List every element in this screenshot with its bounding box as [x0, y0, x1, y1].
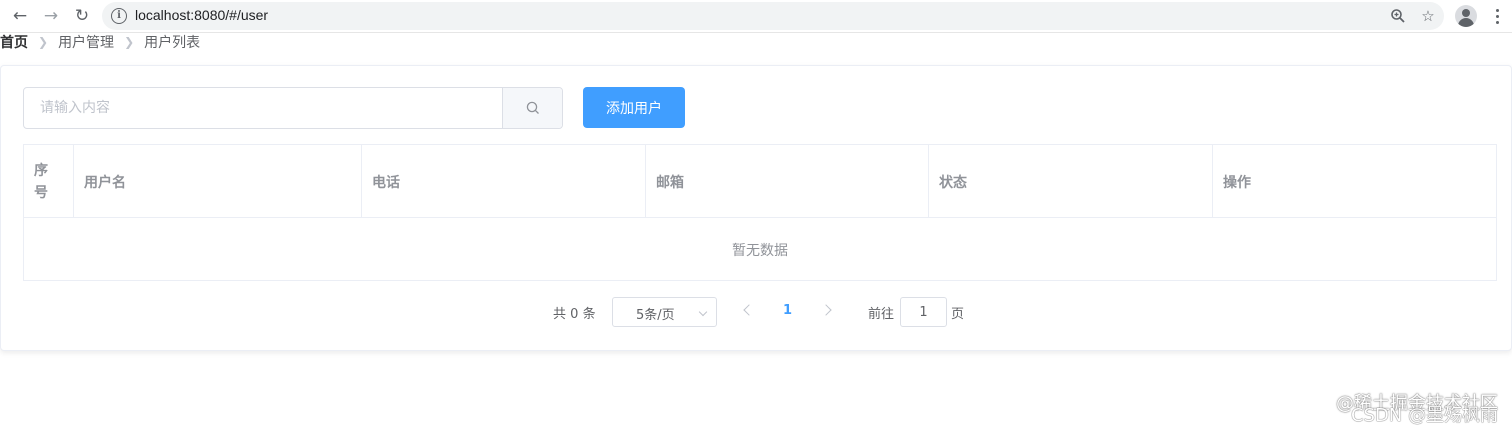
column-header-email: 邮箱	[646, 145, 929, 218]
star-icon[interactable]: ☆	[1418, 6, 1438, 26]
column-header-index-line2: 号	[34, 184, 48, 201]
search-input[interactable]	[24, 88, 502, 128]
watermark-csdn: CSDN @墨殇枫雨	[1350, 405, 1498, 426]
back-icon[interactable]: ←	[9, 5, 31, 27]
search-icon	[526, 101, 539, 114]
zoom-icon[interactable]	[1388, 6, 1408, 26]
goto-page-input[interactable]	[900, 297, 947, 327]
column-header-username: 用户名	[74, 145, 362, 218]
forward-icon[interactable]: →	[40, 5, 62, 27]
total-prefix: 共	[553, 307, 567, 322]
total-count: 0	[570, 307, 579, 322]
menu-icon[interactable]	[1490, 5, 1504, 27]
breadcrumb: 首页 ❯ 用户管理 ❯ 用户列表	[0, 33, 200, 51]
page-size-value: 5条/页	[636, 308, 675, 323]
profile-icon[interactable]	[1455, 5, 1477, 27]
goto-label: 前往	[868, 307, 895, 322]
prev-page-icon[interactable]	[743, 304, 755, 316]
next-page-icon[interactable]	[820, 304, 832, 316]
chevron-down-icon	[698, 307, 708, 317]
chevron-right-icon: ❯	[124, 35, 135, 49]
breadcrumb-section: 用户管理	[58, 35, 115, 51]
total-suffix: 条	[582, 307, 596, 322]
goto-suffix: 页	[951, 307, 965, 322]
column-header-index: 序 号	[24, 145, 74, 218]
info-icon[interactable]: i	[111, 8, 127, 24]
breadcrumb-home[interactable]: 首页	[0, 32, 28, 52]
column-header-actions: 操作	[1223, 174, 1251, 191]
chevron-right-icon: ❯	[38, 35, 49, 49]
user-list-card: 添加用户 序 号 用户名 电话 邮箱 状态 操作 暂无数据 共 0 条 5条/页…	[0, 65, 1512, 351]
page-number-current[interactable]: 1	[783, 303, 792, 318]
add-user-button[interactable]: 添加用户	[583, 87, 685, 128]
url-text[interactable]: localhost:8080/#/user	[135, 7, 268, 23]
column-header-phone: 电话	[362, 145, 646, 218]
address-bar[interactable]: i localhost:8080/#/user ☆	[102, 2, 1444, 30]
pagination-total: 共 0 条	[553, 303, 596, 322]
breadcrumb-page: 用户列表	[144, 35, 201, 51]
browser-toolbar: ← → ↻ i localhost:8080/#/user ☆	[0, 0, 1512, 33]
page-size-select[interactable]: 5条/页	[612, 297, 717, 327]
user-table: 序 号 用户名 电话 邮箱 状态 操作 暂无数据	[23, 144, 1497, 281]
column-header-status: 状态	[929, 145, 1213, 218]
table-header: 序 号 用户名 电话 邮箱 状态 操作	[24, 145, 1496, 218]
table-empty-text: 暂无数据	[732, 242, 788, 259]
column-header-index-line1: 序	[34, 162, 48, 179]
reload-icon[interactable]: ↻	[71, 5, 93, 27]
search-group	[23, 87, 563, 129]
search-button[interactable]	[502, 88, 562, 128]
